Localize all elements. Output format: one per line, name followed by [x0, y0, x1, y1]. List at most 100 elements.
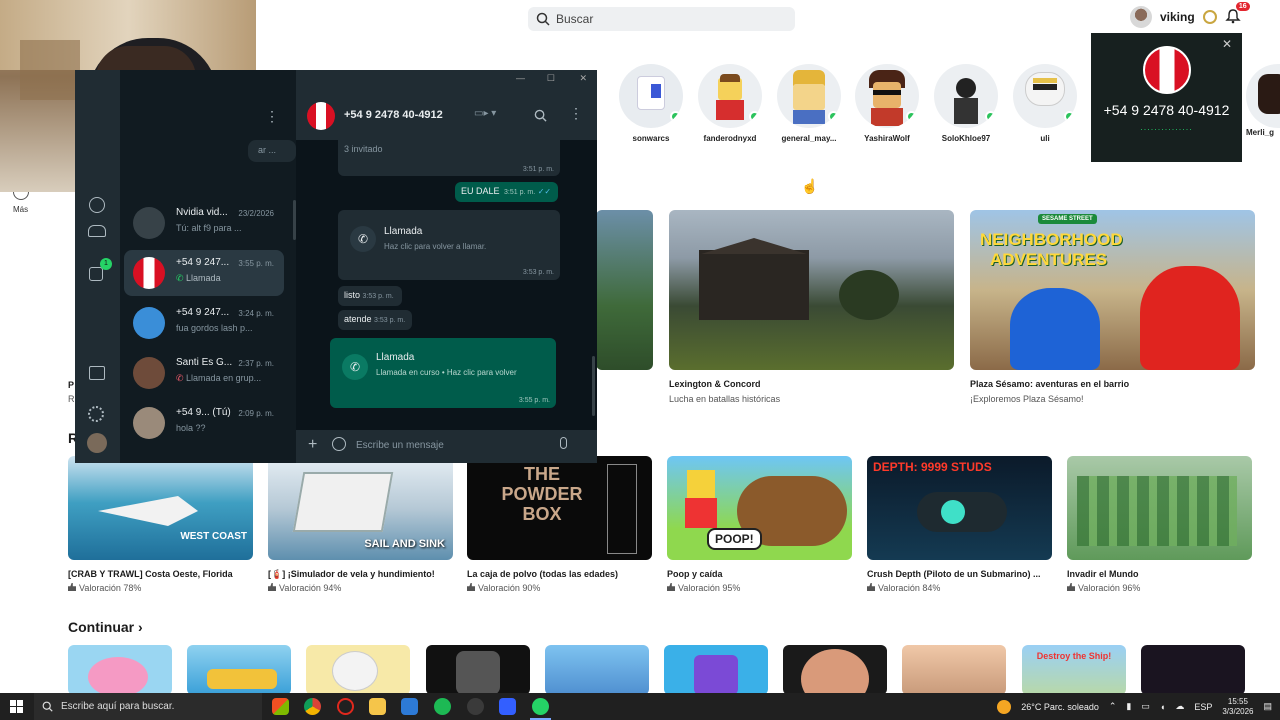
- game-thumbnail[interactable]: THE POWDER BOX: [467, 456, 652, 560]
- continue-tile[interactable]: [68, 645, 172, 695]
- game-thumbnail[interactable]: DEPTH: 9999 STUDS: [867, 456, 1052, 560]
- game-thumbnail[interactable]: SESAME STREET NEIGHBORHOOD ADVENTURES: [970, 210, 1255, 370]
- clock[interactable]: 15:55 3/3/2026: [1222, 697, 1253, 717]
- close-icon[interactable]: ✕: [579, 73, 587, 84]
- communities-icon[interactable]: [88, 225, 106, 237]
- continue-tile[interactable]: [306, 645, 410, 695]
- message-bubble[interactable]: atende 3:53 p. m.: [338, 310, 412, 330]
- weather-icon[interactable]: [997, 699, 1012, 714]
- message-input[interactable]: Escribe un mensaje: [356, 434, 556, 458]
- game-thumbnail[interactable]: [669, 210, 954, 370]
- call-card[interactable]: ✆ Llamada Haz clic para volver a llamar.…: [338, 210, 560, 280]
- friend-item[interactable]: YashiraWolf: [852, 64, 922, 143]
- maximize-icon[interactable]: ☐: [547, 73, 555, 84]
- friend-item[interactable]: Merli_g: [1246, 64, 1280, 137]
- spotify-icon[interactable]: [434, 698, 451, 715]
- microphone-icon[interactable]: ▮: [1126, 701, 1131, 712]
- game-title[interactable]: Invadir el Mundo: [1067, 569, 1252, 579]
- message-composer[interactable]: + Escribe un mensaje: [296, 430, 597, 463]
- search-chats[interactable]: ar ...: [248, 140, 296, 162]
- friend-item[interactable]: general_may...: [774, 64, 844, 143]
- store-icon[interactable]: [401, 698, 418, 715]
- profile-avatar[interactable]: [87, 433, 107, 453]
- robux-icon[interactable]: [1202, 10, 1217, 24]
- game-thumbnail[interactable]: WEST COAST: [68, 456, 253, 560]
- conversation-header[interactable]: +54 9 2478 40-4912 ▭▸ ▾ ⋮: [296, 90, 597, 140]
- video-call-icon[interactable]: ▭▸ ▾: [474, 108, 496, 119]
- contact-name[interactable]: +54 9 2478 40-4912: [344, 109, 443, 121]
- chevron-right-icon[interactable]: ›: [138, 619, 143, 635]
- more-label[interactable]: Más: [13, 205, 28, 214]
- continue-tile[interactable]: [426, 645, 530, 695]
- search-bar[interactable]: Buscar: [528, 7, 795, 31]
- continue-tile[interactable]: [545, 645, 649, 695]
- notification-center-icon[interactable]: ▤: [1263, 701, 1272, 712]
- scrollbar[interactable]: [592, 356, 595, 416]
- conversation-pane[interactable]: +54 9 2478 40-4912 ▭▸ ▾ ⋮ 3 invitado 3:5…: [296, 90, 597, 463]
- colorful-app-icon[interactable]: [272, 698, 289, 715]
- game-thumbnail[interactable]: POOP!: [667, 456, 852, 560]
- continue-tile[interactable]: [783, 645, 887, 695]
- friend-item[interactable]: SoloKhloe97: [931, 64, 1001, 143]
- windows-start-icon[interactable]: [10, 700, 23, 713]
- plus-icon[interactable]: +: [308, 436, 317, 454]
- updates-icon[interactable]: [89, 267, 103, 281]
- game-title[interactable]: Poop y caída: [667, 569, 852, 579]
- window-titlebar[interactable]: — ☐ ✕: [256, 70, 597, 90]
- menu-icon[interactable]: ⋮: [265, 108, 279, 125]
- opera-icon[interactable]: [337, 698, 354, 715]
- minimize-icon[interactable]: —: [516, 73, 525, 83]
- search-icon[interactable]: [534, 109, 547, 122]
- user-box[interactable]: viking 16: [1130, 2, 1250, 28]
- menu-icon[interactable]: ⋮: [569, 105, 583, 122]
- featured-tile-partial[interactable]: [596, 210, 653, 370]
- avatar[interactable]: [1130, 6, 1152, 28]
- volume-icon[interactable]: ◖: [1160, 702, 1165, 712]
- close-icon[interactable]: ✕: [1222, 37, 1232, 51]
- list-item[interactable]: +54 9... (Tú) 2:09 p. m. hola ??: [124, 400, 284, 446]
- media-icon[interactable]: [89, 366, 105, 380]
- chevron-up-icon[interactable]: ⌃: [1109, 701, 1117, 712]
- microphone-icon[interactable]: [560, 437, 567, 449]
- bell-icon[interactable]: 16: [1224, 2, 1250, 26]
- emoji-icon[interactable]: [332, 437, 346, 451]
- list-item[interactable]: Santi Es G... 2:37 p. m. ✆ Llamada en gr…: [124, 350, 284, 396]
- list-item[interactable]: Nvidia vid... 23/2/2026 Tú: alt f9 para …: [124, 200, 284, 246]
- continue-tile[interactable]: [187, 645, 291, 695]
- continue-section-title[interactable]: Continuar ›: [68, 619, 143, 635]
- continue-tile[interactable]: Destroy the Ship!: [1022, 645, 1126, 695]
- incoming-call-popup[interactable]: ✕ +54 9 2478 40-4912 ...............: [1091, 33, 1242, 162]
- weather-text[interactable]: 26°C Parc. soleado: [1021, 702, 1099, 712]
- game-title[interactable]: La caja de polvo (todas las edades): [467, 569, 652, 579]
- contact-avatar[interactable]: [307, 102, 335, 130]
- settings-icon[interactable]: [88, 406, 104, 422]
- continue-tile[interactable]: [1141, 645, 1245, 695]
- game-title[interactable]: [🧯] ¡Simulador de vela y hundimiento!: [268, 569, 453, 580]
- game-title[interactable]: Plaza Sésamo: aventuras en el barrio: [970, 379, 1129, 389]
- whatsapp-window[interactable]: — ☐ ✕ ⋮ ar ... 1 Nvidia vid... 23/2/2026…: [75, 70, 597, 463]
- game-title[interactable]: Lexington & Concord: [669, 379, 761, 389]
- network-icon[interactable]: ▭: [1141, 701, 1150, 712]
- continue-tile[interactable]: [664, 645, 768, 695]
- game-thumbnail[interactable]: [1067, 456, 1252, 560]
- folder-icon[interactable]: [369, 698, 386, 715]
- friend-item[interactable]: fanderodnyxd: [695, 64, 765, 143]
- language-indicator[interactable]: ESP: [1194, 702, 1212, 712]
- message-bubble[interactable]: listo 3:53 p. m.: [338, 286, 402, 306]
- game-title[interactable]: Crush Depth (Piloto de un Submarino) ...: [867, 569, 1052, 579]
- chats-icon[interactable]: [89, 197, 105, 213]
- chrome-icon[interactable]: [304, 698, 321, 715]
- message-bubble[interactable]: EU DALE 3:51 p. m. ✓✓: [455, 182, 558, 202]
- list-item[interactable]: +54 9 247... 3:55 p. m. ✆ Llamada: [124, 250, 284, 296]
- whatsapp-icon[interactable]: [532, 698, 549, 715]
- cloud-icon[interactable]: ☁: [1175, 701, 1184, 712]
- list-item[interactable]: +54 9 247... 3:24 p. m. fua gordos lash …: [124, 300, 284, 346]
- username[interactable]: viking: [1160, 10, 1195, 24]
- obs-icon[interactable]: [467, 698, 484, 715]
- game-thumbnail[interactable]: SAIL AND SINK: [268, 456, 453, 560]
- game-title[interactable]: [CRAB Y TRAWL] Costa Oeste, Florida: [68, 569, 253, 579]
- message-bubble[interactable]: 3 invitado 3:51 p. m.: [338, 140, 560, 176]
- ongoing-call-card[interactable]: ✆ Llamada Llamada en curso • Haz clic pa…: [330, 338, 556, 408]
- friend-item[interactable]: uli: [1010, 64, 1080, 143]
- continue-tile[interactable]: [902, 645, 1006, 695]
